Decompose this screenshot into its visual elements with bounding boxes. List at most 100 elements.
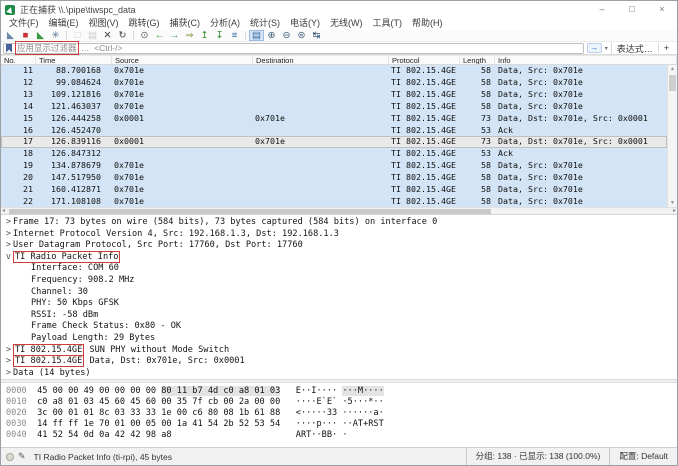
zoom-in-icon[interactable]: ⊕ <box>264 30 279 41</box>
next-packet-icon[interactable]: → <box>167 30 182 41</box>
previous-packet-icon[interactable]: ← <box>152 30 167 41</box>
packet-row[interactable]: 13109.1218160x701eTI 802.15.4GE58Data, S… <box>1 89 667 101</box>
column-header-no[interactable]: No. <box>1 56 36 64</box>
packet-row[interactable]: 1299.0846240x701eTI 802.15.4GE58Data, Sr… <box>1 77 667 89</box>
detail-line[interactable]: Frame Check Status: 0x80 - OK <box>1 321 677 333</box>
vertical-scroll-thumb[interactable] <box>669 75 676 91</box>
column-header-src[interactable]: Source <box>112 56 253 64</box>
hex-row[interactable]: 0000 45 00 00 49 00 00 00 00 80 11 b7 4d… <box>6 386 677 397</box>
minimize-button[interactable]: – <box>587 1 617 17</box>
expert-info-icon[interactable] <box>6 453 14 461</box>
hex-row[interactable]: 0040 41 52 54 0d 0a 42 42 98 a8 ART··BB·… <box>6 430 677 441</box>
expander-icon[interactable]: > <box>4 240 13 252</box>
display-filter-input[interactable]: 应用显示过滤器 … <Ctrl-/> <box>3 43 584 54</box>
cell-proto: TI 802.15.4GE <box>389 184 460 195</box>
maximize-button[interactable]: □ <box>617 1 647 17</box>
detail-line[interactable]: RSSI: -58 dBm <box>1 310 677 322</box>
apply-filter-button[interactable]: → <box>587 43 602 53</box>
packet-list-horizontal-scrollbar[interactable]: ◂ ▸ <box>1 207 677 215</box>
menu-item[interactable]: 捕获(C) <box>165 17 206 30</box>
menu-item[interactable]: 帮助(H) <box>407 17 448 30</box>
capture-options-icon[interactable]: ✳ <box>48 30 63 41</box>
hex-row[interactable]: 0030 14 ff ff 1e 70 01 00 05 00 1a 41 54… <box>6 419 677 430</box>
menu-item[interactable]: 视图(V) <box>84 17 124 30</box>
zoom-out-icon[interactable]: ⊖ <box>279 30 294 41</box>
detail-line[interactable]: Payload Length: 29 Bytes <box>1 333 677 345</box>
add-filter-button[interactable]: + <box>658 43 674 53</box>
detail-line[interactable]: Interface: COM 60 <box>1 263 677 275</box>
packet-row[interactable]: 19134.8786790x701eTI 802.15.4GE58Data, S… <box>1 160 667 172</box>
menu-item[interactable]: 分析(A) <box>205 17 245 30</box>
expander-icon[interactable]: > <box>4 356 13 368</box>
menu-item[interactable]: 无线(W) <box>325 17 368 30</box>
expander-icon[interactable]: v <box>4 252 13 264</box>
detail-line[interactable]: >Internet Protocol Version 4, Src: 192.1… <box>1 229 677 241</box>
detail-line[interactable]: >Frame 17: 73 bytes on wire (584 bits), … <box>1 217 677 229</box>
first-packet-icon[interactable]: ↥ <box>197 30 212 41</box>
column-header-proto[interactable]: Protocol <box>389 56 460 64</box>
cell-len: 58 <box>460 89 495 100</box>
restart-capture-icon[interactable]: ◣ <box>33 30 48 41</box>
goto-packet-icon[interactable]: ⇒ <box>182 30 197 41</box>
hex-row[interactable]: 0020 3c 00 01 01 8c 03 33 33 1e 00 c6 80… <box>6 408 677 419</box>
column-header-info[interactable]: Info <box>495 56 677 64</box>
scroll-left-icon[interactable]: ◂ <box>2 208 5 215</box>
detail-line[interactable]: >TI 802.15.4GE SUN PHY without Mode Swit… <box>1 345 677 357</box>
filter-bookmark-icon[interactable] <box>6 44 12 53</box>
close-capture-icon[interactable]: ✕ <box>100 30 115 41</box>
menu-item[interactable]: 文件(F) <box>4 17 44 30</box>
packet-row[interactable]: 16126.452470TI 802.15.4GE53Ack <box>1 124 667 136</box>
expander-icon[interactable]: > <box>4 345 13 357</box>
menu-item[interactable]: 统计(S) <box>245 17 285 30</box>
last-packet-icon[interactable]: ↧ <box>212 30 227 41</box>
reload-icon[interactable]: ↻ <box>115 30 130 41</box>
packet-row[interactable]: 21160.4128710x701eTI 802.15.4GE58Data, S… <box>1 183 667 195</box>
filter-placeholder-boxed: 应用显示过滤器 <box>17 43 77 53</box>
filter-history-caret-icon[interactable]: ▾ <box>605 45 608 52</box>
detail-line[interactable]: vTI Radio Packet Info <box>1 252 677 264</box>
detail-line[interactable]: >TI 802.15.4GE Data, Dst: 0x701e, Src: 0… <box>1 356 677 368</box>
packet-row[interactable]: 1188.7001680x701eTI 802.15.4GE58Data, Sr… <box>1 65 667 77</box>
menu-item[interactable]: 电话(Y) <box>285 17 325 30</box>
zoom-original-icon[interactable]: ⊜ <box>294 30 309 41</box>
start-capture-icon[interactable]: ◣ <box>3 30 18 41</box>
stop-capture-icon[interactable]: ■ <box>18 30 33 41</box>
status-profile[interactable]: 配置: Default <box>609 448 677 465</box>
horizontal-scroll-thumb[interactable] <box>9 209 491 214</box>
detail-line[interactable]: Frequency: 908.2 MHz <box>1 275 677 287</box>
packet-row[interactable]: 22171.1081080x701eTI 802.15.4GE58Data, S… <box>1 195 667 207</box>
column-header-len[interactable]: Length <box>460 56 495 64</box>
detail-line[interactable]: PHY: 50 Kbps GFSK <box>1 298 677 310</box>
packet-row[interactable]: 14121.4630370x701eTI 802.15.4GE58Data, S… <box>1 100 667 112</box>
cell-len: 58 <box>460 172 495 183</box>
scroll-right-icon[interactable]: ▸ <box>673 208 676 215</box>
hex-bytes: 00 35 7f cb 00 2a 00 00 <box>161 397 280 407</box>
detail-line[interactable]: Channel: 30 <box>1 287 677 299</box>
packet-row[interactable]: 15126.4442580x00010x701eTI 802.15.4GE73D… <box>1 112 667 124</box>
cell-proto: TI 802.15.4GE <box>389 136 460 147</box>
scroll-down-icon[interactable]: ▼ <box>668 200 677 206</box>
colorize-icon[interactable]: ▤ <box>249 30 264 41</box>
packet-row[interactable]: 17126.8391160x00010x701eTI 802.15.4GE73D… <box>1 136 667 148</box>
capture-comment-icon[interactable]: ✎ <box>18 451 26 462</box>
packet-row[interactable]: 20147.5179500x701eTI 802.15.4GE58Data, S… <box>1 171 667 183</box>
resize-columns-icon[interactable]: ↹ <box>309 30 324 41</box>
menu-item[interactable]: 编辑(E) <box>44 17 84 30</box>
cell-no: 11 <box>1 65 36 76</box>
menu-item[interactable]: 跳转(G) <box>124 17 165 30</box>
expander-icon[interactable]: > <box>4 229 13 241</box>
column-header-time[interactable]: Time <box>36 56 112 64</box>
packet-list-vertical-scrollbar[interactable]: ▲ ▼ <box>667 65 677 207</box>
close-button[interactable]: × <box>647 1 677 17</box>
menu-item[interactable]: 工具(T) <box>368 17 408 30</box>
detail-line[interactable]: >Data (14 bytes) <box>1 368 677 379</box>
packet-row[interactable]: 18126.847312TI 802.15.4GE53Ack <box>1 148 667 160</box>
hex-row[interactable]: 0010 c0 a8 01 03 45 60 45 60 00 35 7f cb… <box>6 397 677 408</box>
column-header-dst[interactable]: Destination <box>253 56 389 64</box>
expression-button[interactable]: 表达式… <box>611 42 658 55</box>
expander-icon[interactable]: > <box>4 368 13 379</box>
autoscroll-icon[interactable]: ≡ <box>227 30 242 41</box>
expander-icon[interactable]: > <box>4 217 13 229</box>
scroll-up-icon[interactable]: ▲ <box>668 66 677 72</box>
find-packet-icon[interactable]: ⊙ <box>137 30 152 41</box>
